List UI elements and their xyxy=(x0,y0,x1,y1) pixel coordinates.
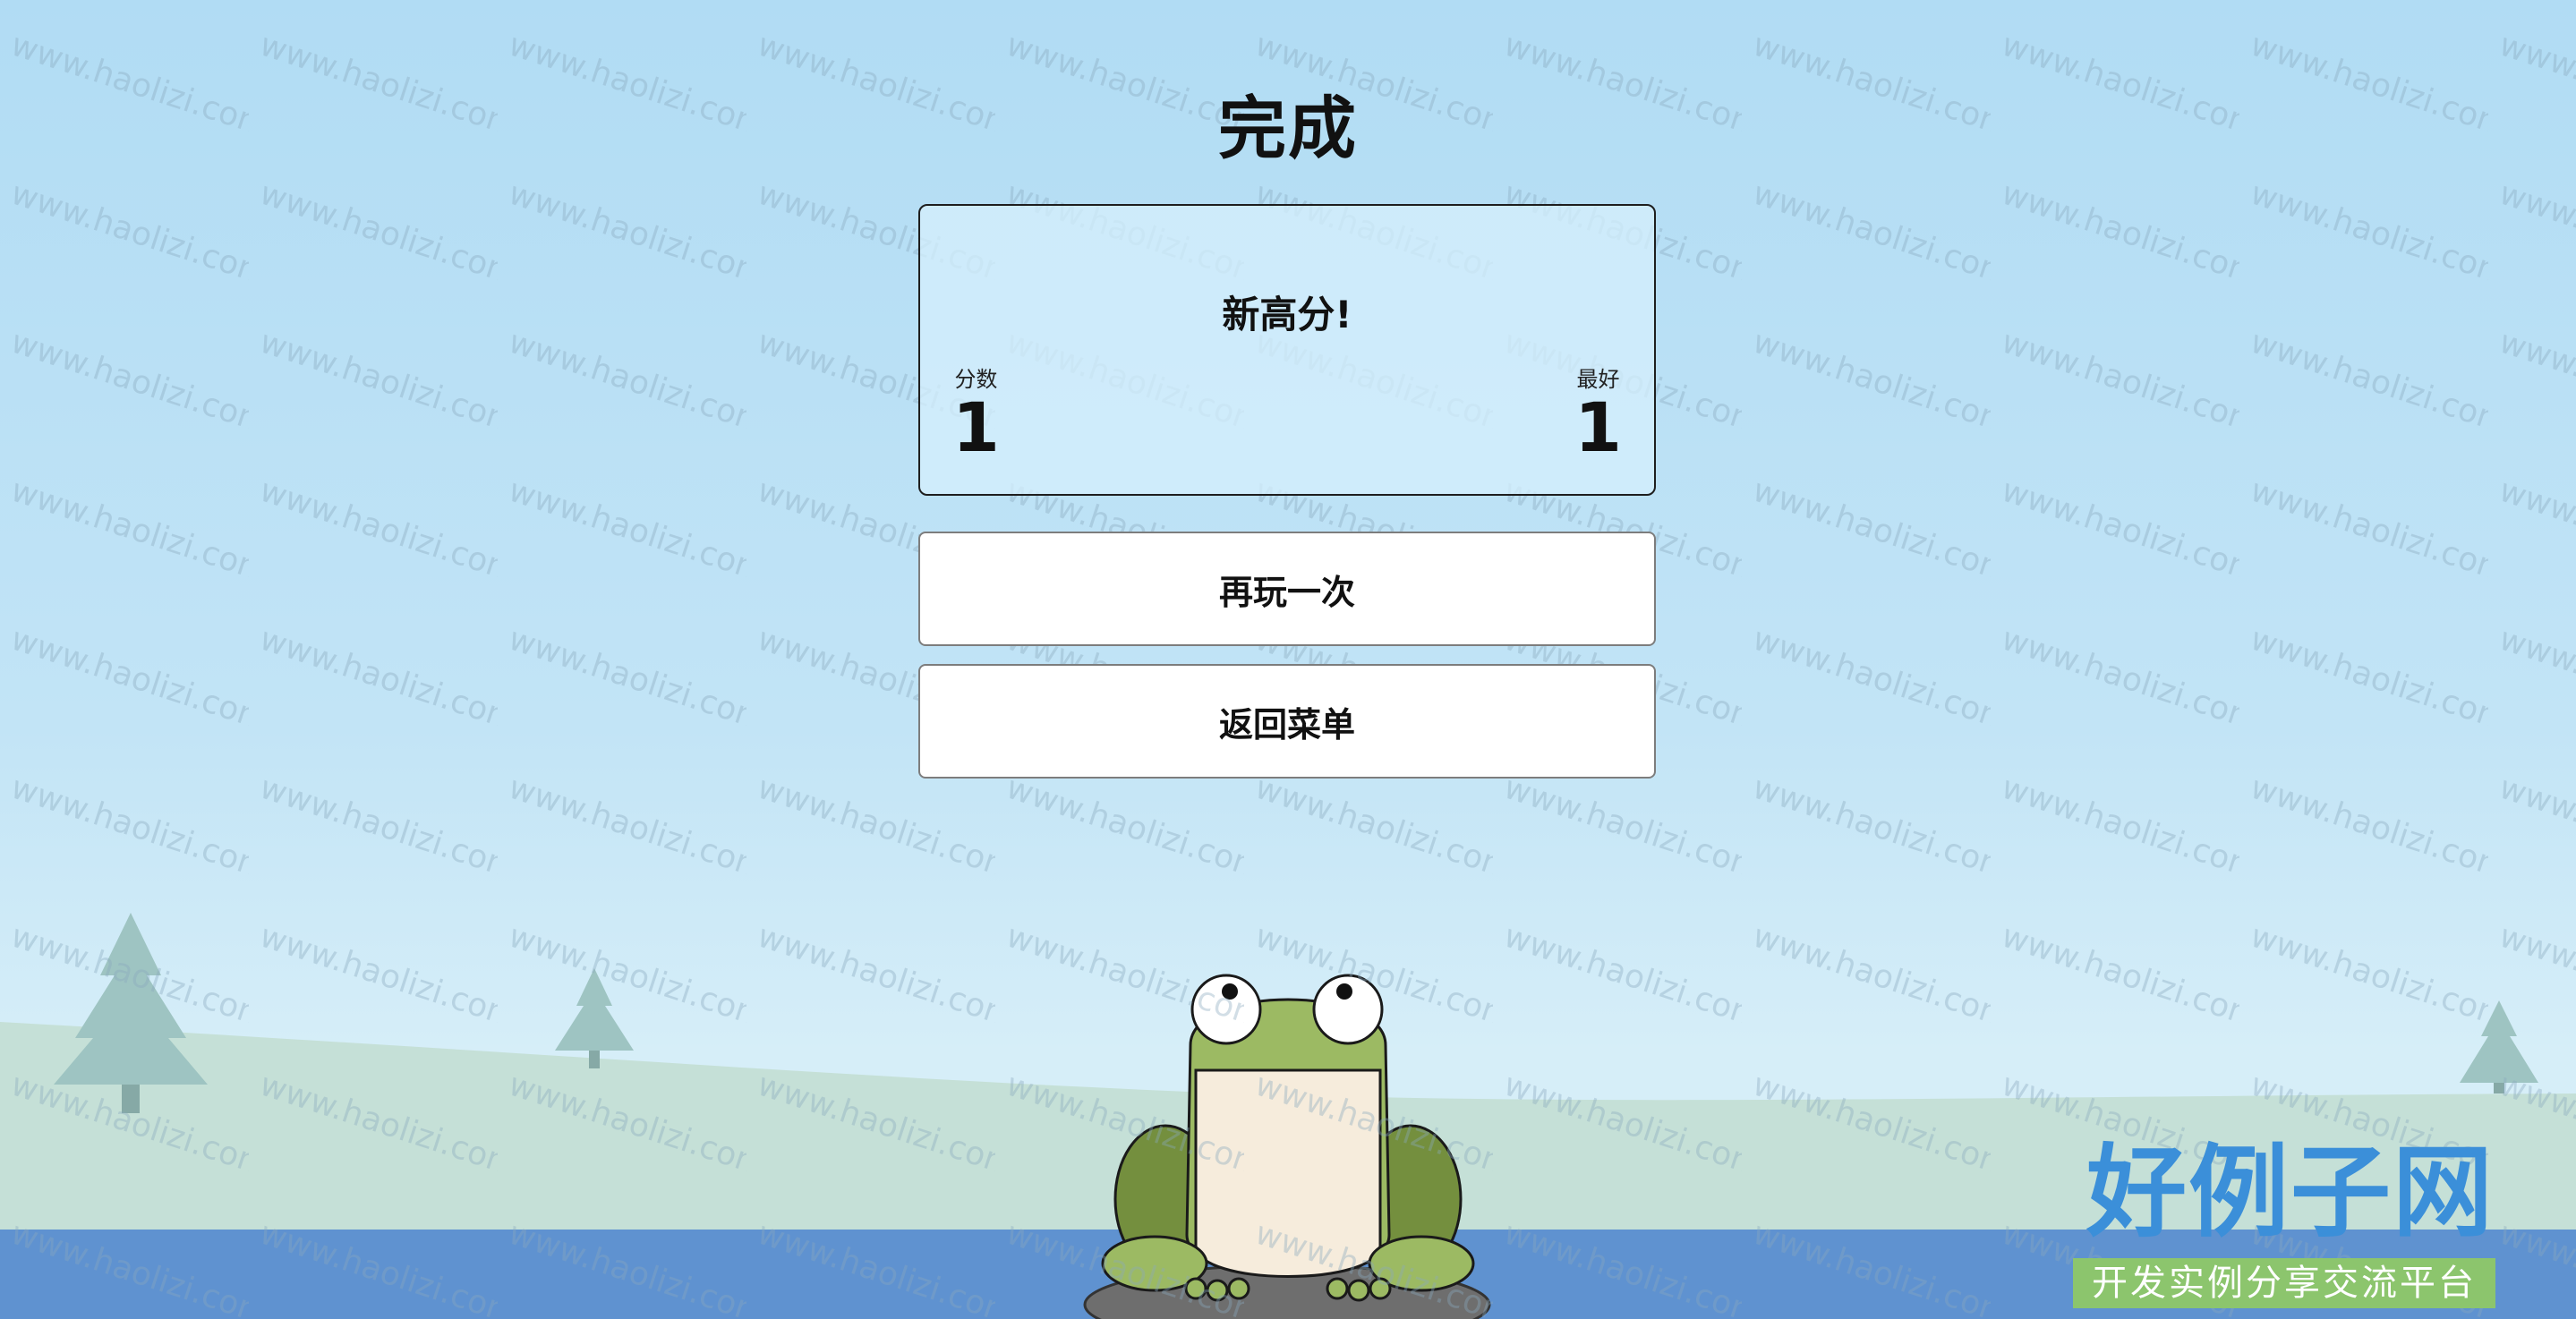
watermark-tiles xyxy=(0,0,2576,1319)
score-value: 1 xyxy=(952,387,1000,467)
best-value: 1 xyxy=(1574,387,1622,467)
new-high-score-banner: 新高分! xyxy=(1222,293,1352,336)
back-to-menu-button[interactable]: 返回菜单 xyxy=(918,664,1656,779)
best-stat: 最好 1 xyxy=(1574,367,1622,464)
score-stat: 分数 1 xyxy=(952,367,1000,464)
page-title: 完成 xyxy=(1218,89,1358,168)
score-card: 新高分! 分数 1 最好 1 xyxy=(918,204,1656,496)
watermark-logo: 好例子网 xyxy=(2086,1134,2495,1251)
play-again-button[interactable]: 再玩一次 xyxy=(918,532,1656,646)
game-background: www.haolizi.com xyxy=(0,0,2576,1319)
watermark-subtitle: 开发实例分享交流平台 xyxy=(2073,1258,2495,1308)
